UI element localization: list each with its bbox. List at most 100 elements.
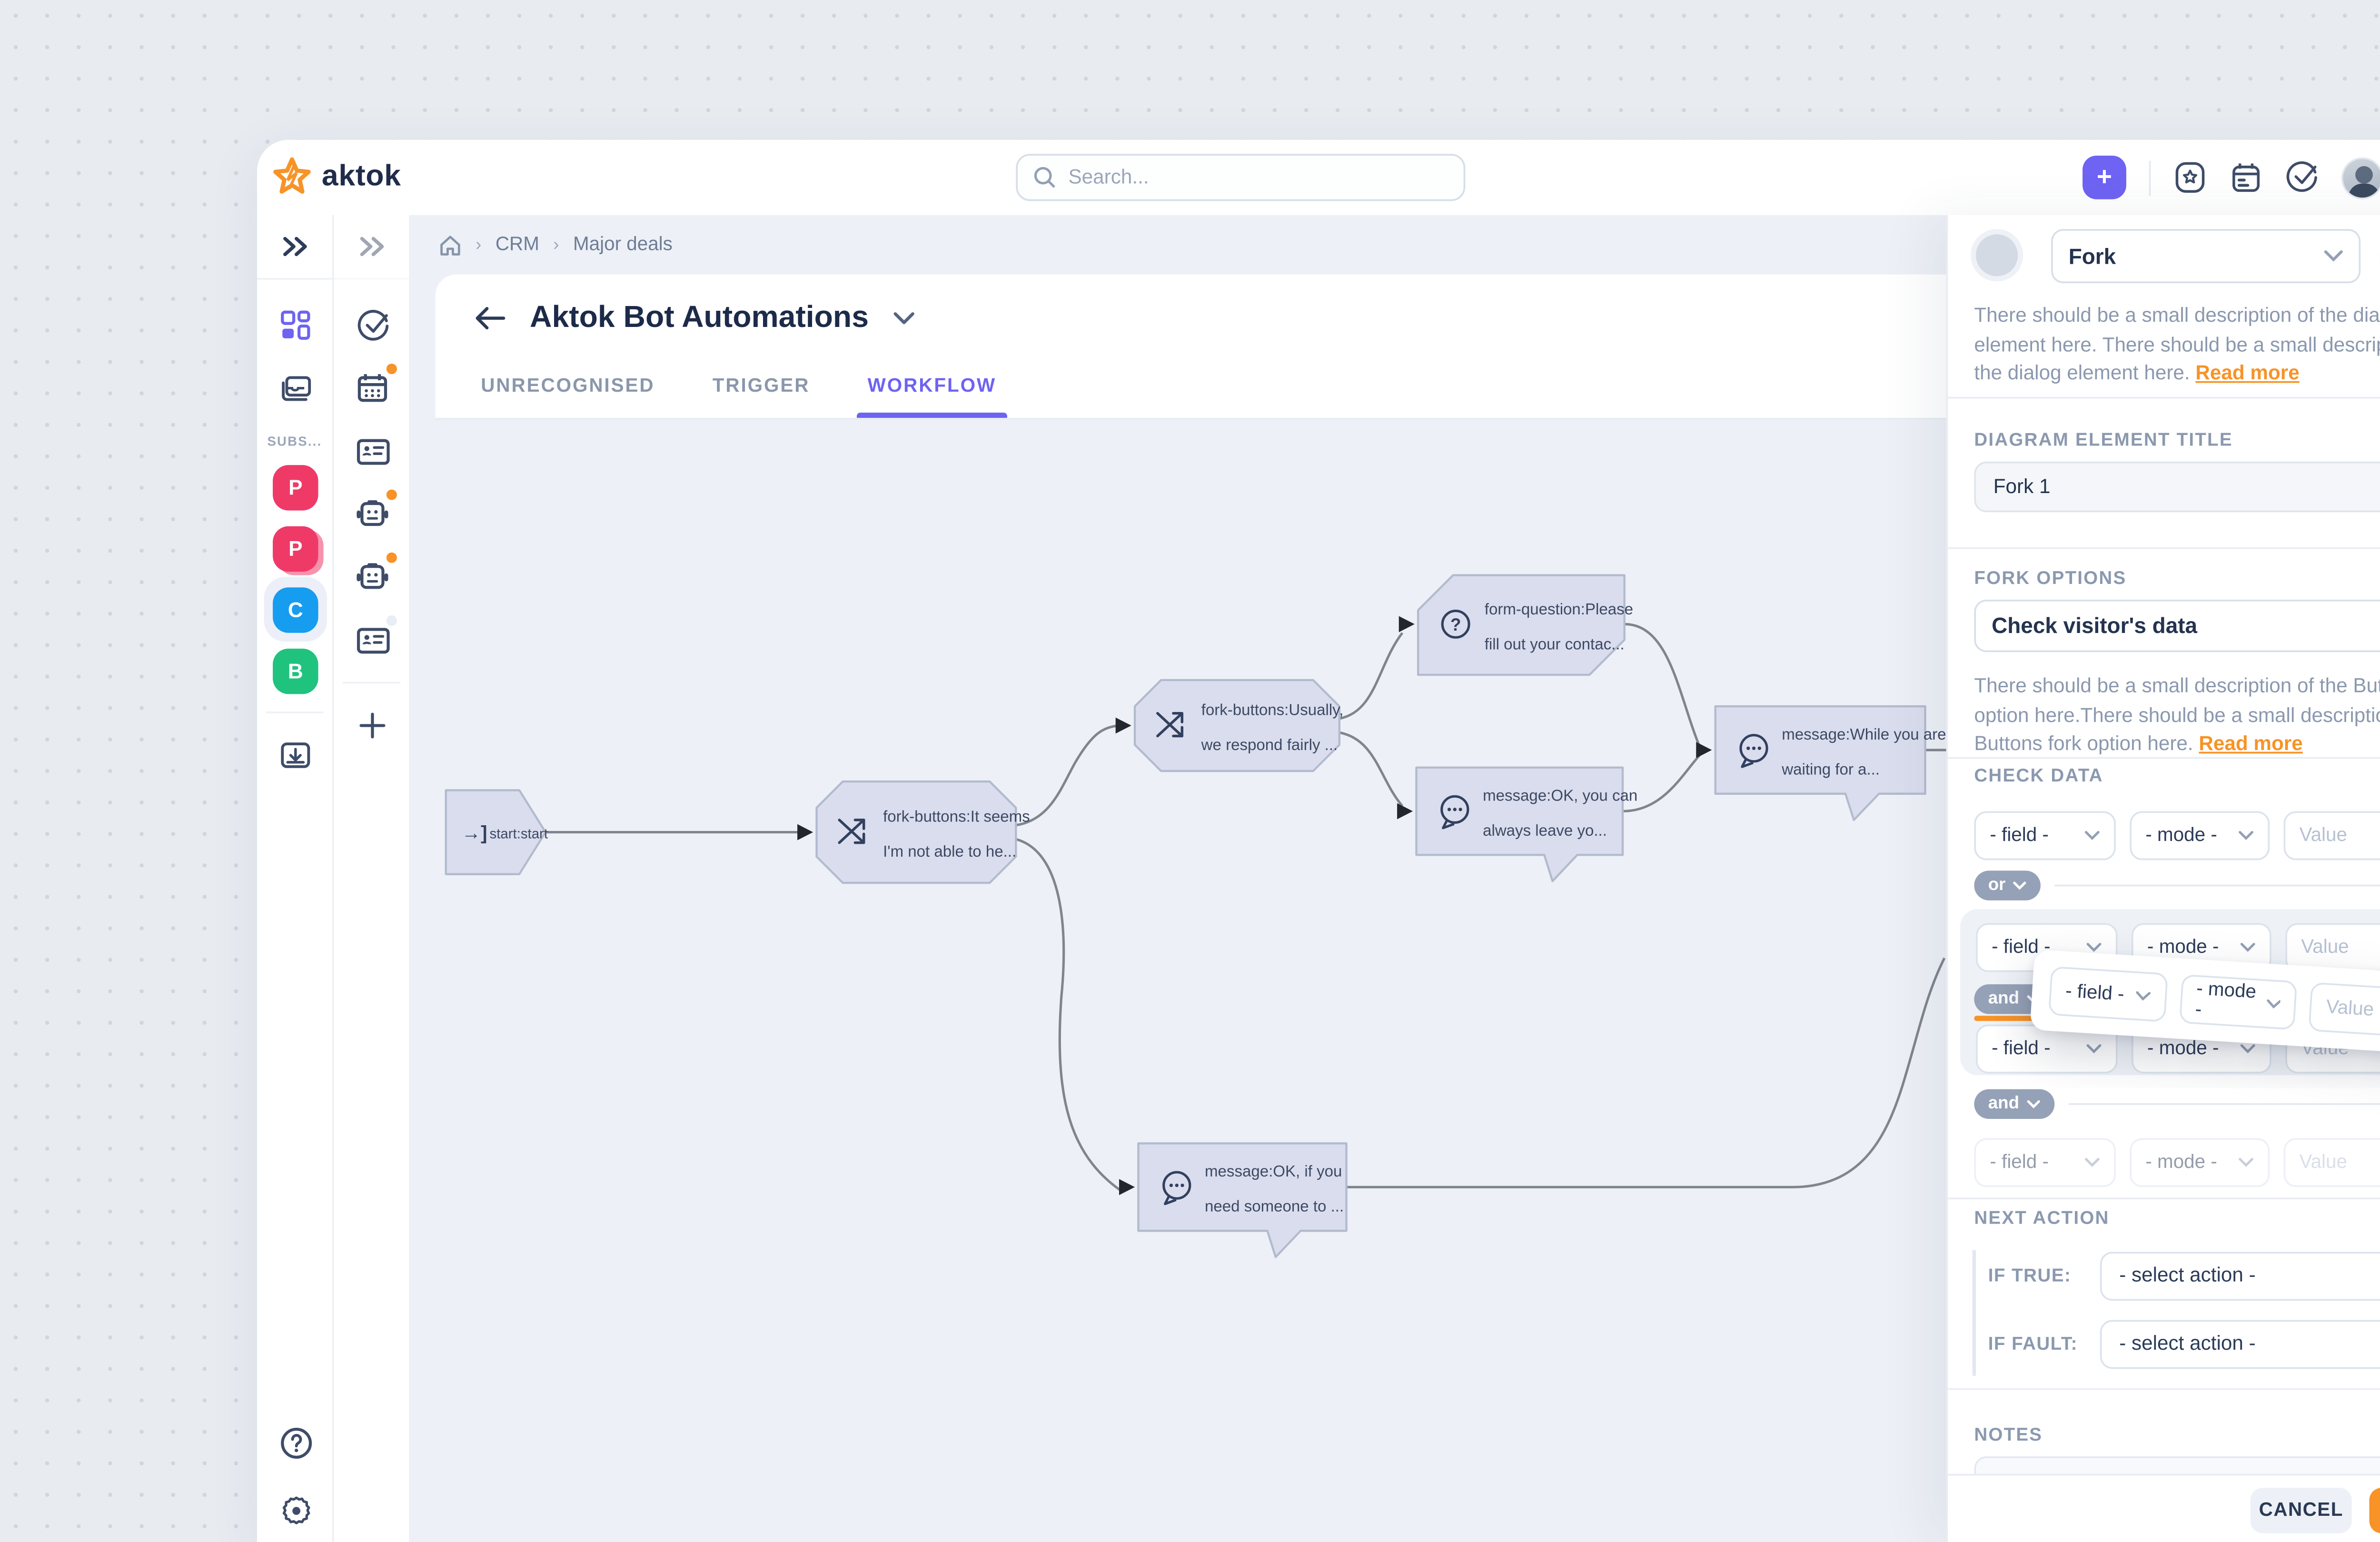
mode-select[interactable]: - mode - bbox=[2179, 974, 2298, 1030]
sidebar-expand-button[interactable] bbox=[257, 215, 332, 280]
svg-text:start:start: start:start bbox=[490, 826, 548, 841]
flow-node-start[interactable]: →]start:start bbox=[446, 790, 548, 874]
back-arrow-icon[interactable] bbox=[474, 305, 506, 329]
flow-edge bbox=[1625, 624, 1700, 746]
field-select[interactable]: - field - bbox=[2048, 966, 2168, 1022]
notes-textarea[interactable] bbox=[1974, 1456, 2380, 1474]
breadcrumb-chevron-icon: › bbox=[553, 235, 559, 254]
page-title: Aktok Bot Automations bbox=[530, 299, 869, 336]
read-more-link[interactable]: Read more bbox=[2195, 364, 2299, 385]
next-action-guide-line bbox=[1973, 1250, 1976, 1376]
home-icon[interactable] bbox=[439, 233, 462, 256]
avatar-letter: P bbox=[273, 525, 318, 571]
panel-divider bbox=[1948, 547, 2380, 549]
panel-divider bbox=[1948, 1388, 2380, 1390]
element-type-avatar bbox=[1976, 234, 2018, 276]
save-button[interactable]: SAVE bbox=[2370, 1488, 2380, 1533]
sidebar-avatar-c-2[interactable]: C bbox=[257, 579, 334, 640]
field-select[interactable]: - field - bbox=[1974, 811, 2116, 860]
add-bot-button[interactable] bbox=[334, 694, 411, 757]
sidebar-item-inbox[interactable] bbox=[257, 356, 334, 419]
flow-edge bbox=[1339, 732, 1402, 806]
app-window: aktok + bbox=[257, 140, 2380, 1542]
sidebar-avatar-b-3[interactable]: B bbox=[257, 640, 334, 701]
breadcrumb-item-crm[interactable]: CRM bbox=[496, 234, 539, 255]
flow-node-message-3[interactable]: message:OK, if youneed someone to ... bbox=[1138, 1143, 1346, 1257]
search-bar[interactable] bbox=[1016, 154, 1465, 201]
app-header: aktok + bbox=[257, 140, 2380, 215]
if-true-label: IF TRUE: bbox=[1988, 1266, 2072, 1287]
read-more-link[interactable]: Read more bbox=[2199, 735, 2302, 756]
fork-options-select[interactable]: Check visitor's data bbox=[1974, 600, 2380, 652]
user-avatar[interactable] bbox=[2341, 157, 2380, 198]
svg-text:message:OK, you can: message:OK, you can bbox=[1483, 787, 1637, 804]
sidebar-item-archive[interactable] bbox=[257, 724, 334, 787]
sidebar2-item-check-circle-0[interactable] bbox=[334, 294, 411, 356]
value-input[interactable] bbox=[2284, 1138, 2380, 1187]
breadcrumb-item-major-deals[interactable]: Major deals bbox=[573, 234, 673, 255]
fork-settings-panel: Fork There should be a small description… bbox=[1946, 215, 2380, 1542]
flow-arrowhead-icon bbox=[1399, 616, 1415, 633]
tab-unrecognised[interactable]: UNRECOGNISED bbox=[481, 366, 654, 418]
sidebar2-item-id-card-2[interactable] bbox=[334, 420, 411, 483]
sidebar2-item-robot-3[interactable] bbox=[334, 483, 411, 545]
logo-star-icon bbox=[271, 156, 313, 198]
flow-arrowhead-icon bbox=[1397, 803, 1413, 820]
avatar-letter: B bbox=[273, 648, 318, 693]
notification-dot bbox=[385, 551, 398, 564]
favorites-icon[interactable] bbox=[2173, 161, 2207, 194]
flow-node-fork-1[interactable]: fork-buttons:It seemsI'm not able to he.… bbox=[817, 781, 1030, 883]
mode-select[interactable]: - mode - bbox=[2130, 1138, 2270, 1187]
sidebar2-item-robot-4[interactable] bbox=[334, 545, 411, 608]
sidebar-primary: SUBS... PPCB bbox=[257, 215, 334, 1542]
app-logo[interactable]: aktok bbox=[271, 156, 401, 198]
help-icon[interactable] bbox=[279, 1427, 312, 1460]
flow-arrowhead-icon bbox=[1119, 1179, 1135, 1195]
condition-row-disabled: - field - - mode - − bbox=[1974, 1138, 2380, 1187]
svg-text:fill out your contac...: fill out your contac... bbox=[1485, 636, 1625, 653]
and-operator-chip[interactable]: and bbox=[1974, 1089, 2054, 1119]
calendar-icon[interactable] bbox=[2230, 161, 2263, 194]
cancel-button[interactable]: CANCEL bbox=[2251, 1488, 2352, 1533]
sidebar-secondary bbox=[334, 215, 411, 1542]
add-button[interactable]: + bbox=[2082, 156, 2126, 199]
fork-options-description: There should be a small description of t… bbox=[1974, 673, 2380, 761]
value-input[interactable] bbox=[2309, 982, 2380, 1039]
diagram-element-title-input[interactable] bbox=[1974, 462, 2380, 513]
sidebar2-item-id-card-5[interactable] bbox=[334, 608, 411, 671]
value-input[interactable] bbox=[2284, 811, 2380, 860]
tab-workflow[interactable]: WORKFLOW bbox=[868, 366, 996, 418]
flow-node-form-question[interactable]: ?form-question:Pleasefill out your conta… bbox=[1418, 575, 1633, 675]
svg-text:→]: →] bbox=[462, 821, 487, 843]
sidebar-divider bbox=[343, 682, 400, 684]
sidebar2-expand-button[interactable] bbox=[334, 215, 409, 280]
flow-node-message-2[interactable]: message:While you arewaiting for a... bbox=[1716, 706, 1946, 820]
notification-dot bbox=[385, 488, 398, 502]
flow-node-message-1[interactable]: message:OK, you canalways leave yo... bbox=[1417, 768, 1638, 881]
sidebar-avatar-p-0[interactable]: P bbox=[257, 456, 334, 518]
sidebar-avatar-p-1[interactable]: P bbox=[257, 517, 334, 579]
svg-text:message:OK, if you: message:OK, if you bbox=[1205, 1163, 1342, 1180]
if-fault-select[interactable]: - select action - bbox=[2100, 1320, 2380, 1369]
panel-divider bbox=[1948, 1197, 2380, 1199]
sidebar-item-dashboard[interactable] bbox=[257, 294, 334, 356]
search-input[interactable] bbox=[1068, 167, 1448, 188]
flow-node-fork-2[interactable]: fork-buttons:Usually,we respond fairly .… bbox=[1135, 680, 1343, 771]
field-select[interactable]: - field - bbox=[1974, 1138, 2116, 1187]
tab-trigger[interactable]: TRIGGER bbox=[713, 366, 810, 418]
sidebar2-item-calendar-1[interactable] bbox=[334, 356, 411, 419]
flow-arrowhead-icon bbox=[1696, 742, 1712, 758]
next-action-label: NEXT ACTION bbox=[1974, 1208, 2109, 1229]
panel-divider bbox=[1948, 757, 2380, 759]
header-divider bbox=[2149, 160, 2151, 195]
mode-select[interactable]: - mode - bbox=[2130, 811, 2270, 860]
tasks-check-icon[interactable] bbox=[2285, 161, 2319, 194]
or-operator-chip[interactable]: or bbox=[1974, 870, 2041, 900]
or-operator-row: or bbox=[1974, 870, 2380, 900]
logo-text: aktok bbox=[322, 159, 401, 194]
settings-gear-icon[interactable] bbox=[279, 1495, 312, 1528]
if-true-select[interactable]: - select action - bbox=[2100, 1252, 2380, 1301]
element-type-select[interactable]: Fork bbox=[2051, 229, 2360, 283]
title-chevron-down-icon[interactable] bbox=[893, 310, 914, 324]
value-input[interactable] bbox=[2285, 923, 2380, 972]
